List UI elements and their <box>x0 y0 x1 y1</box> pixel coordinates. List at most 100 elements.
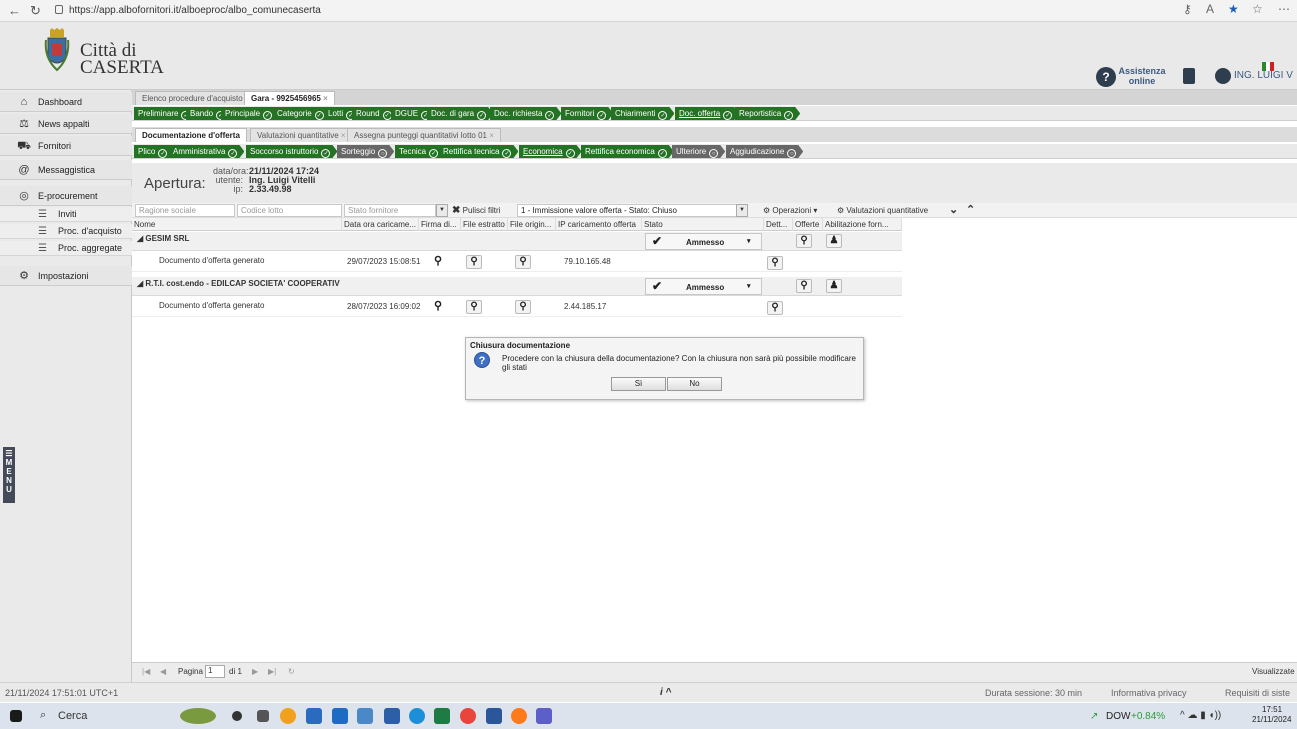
ragione-sociale-filter[interactable]: Ragione sociale <box>135 204 235 217</box>
refresh-icon[interactable]: ↻ <box>30 3 41 19</box>
tab-valutazioni-quantitative[interactable]: Valutazioni quantitative × <box>250 128 353 142</box>
step-sorteggio[interactable]: Sorteggio ○ <box>337 145 394 158</box>
edge-icon[interactable] <box>409 708 425 724</box>
sidebar-item-dashboard[interactable]: ⌂ Dashboard <box>0 92 132 112</box>
step-fornitori[interactable]: Fornitori ✓ <box>561 107 613 120</box>
file-explorer-icon[interactable] <box>384 708 400 724</box>
sidebar-subitem-inviti[interactable]: ☰ Inviti <box>0 207 132 222</box>
magnifier-icon[interactable]: ⚲ <box>434 254 442 267</box>
step-categorie[interactable]: Categorie ✓ <box>273 107 331 120</box>
taskbar-search[interactable]: Cerca <box>58 710 87 722</box>
magnifier-icon[interactable]: ⚲ <box>434 299 442 312</box>
col-dettagli[interactable]: Dett... <box>764 218 793 231</box>
app-icon-1[interactable] <box>280 708 296 724</box>
key-icon[interactable]: ⚷ <box>1183 2 1192 16</box>
sidebar-subitem-proc-acquisto[interactable]: ☰ Proc. d'acquisto <box>0 224 132 239</box>
step-chiarimenti[interactable]: Chiarimenti ✓ <box>611 107 674 120</box>
step-amministrativa[interactable]: Amministrativa ✓ <box>169 145 244 158</box>
tab-gara[interactable]: Gara - 9925456965 × <box>244 91 335 105</box>
no-button[interactable]: No <box>667 377 722 391</box>
first-page-icon[interactable]: |◀ <box>142 667 150 676</box>
step-aggiudicazione[interactable]: Aggiudicazione ○ <box>726 145 803 158</box>
cortana-icon[interactable] <box>232 711 242 721</box>
stato-select[interactable]: ✔ Ammesso ▾ <box>645 233 762 250</box>
word-icon[interactable] <box>486 708 502 724</box>
sidebar-subitem-proc-aggregate[interactable]: ☰ Proc. aggregate <box>0 241 132 256</box>
collapse-all-icon[interactable]: ⌄ <box>949 204 958 217</box>
store-icon[interactable] <box>306 708 322 724</box>
col-firma[interactable]: Firma di... <box>419 218 461 231</box>
search-icon[interactable]: ⌕ <box>40 709 46 722</box>
magnifier-icon[interactable]: ⚲ <box>515 300 531 314</box>
pulisci-filtri-button[interactable]: ✖ Pulisci filtri <box>452 204 500 217</box>
expand-all-icon[interactable]: ⌃ <box>966 204 975 217</box>
chevron-down-icon[interactable]: ▼ <box>436 204 448 217</box>
users-icon[interactable]: ♟ <box>826 279 842 293</box>
col-file-origine[interactable]: File origin... <box>508 218 556 231</box>
step-rettifica-tecnica[interactable]: Rettifica tecnica ✓ <box>439 145 518 158</box>
step-principale[interactable]: Principale ✓ <box>221 107 279 120</box>
read-aloud-icon[interactable]: A <box>1206 2 1214 16</box>
prev-page-icon[interactable]: ◀ <box>160 667 166 676</box>
col-file-estratto[interactable]: File estratto <box>461 218 508 231</box>
valutazioni-quantitative-button[interactable]: ⚙ Valutazioni quantitative <box>837 204 928 217</box>
col-ip[interactable]: IP caricamento offerta <box>556 218 642 231</box>
back-arrow-icon[interactable]: ← <box>8 3 21 18</box>
user-icon[interactable] <box>1215 68 1231 84</box>
operazioni-button[interactable]: ⚙ Operazioni ▾ <box>763 204 817 217</box>
next-page-icon[interactable]: ▶ <box>252 667 258 676</box>
privacy-link[interactable]: Informativa privacy <box>1111 688 1187 698</box>
stato-fornitore-filter[interactable]: Stato fornitore <box>344 204 436 217</box>
close-icon[interactable]: × <box>323 94 328 103</box>
tray-icons[interactable]: ^ ☁ ▮ ◖)) <box>1180 710 1221 721</box>
tab-assegna-punteggi[interactable]: Assegna punteggi quantitativi lotto 01 × <box>347 128 501 142</box>
teams-icon[interactable] <box>536 708 552 724</box>
col-data[interactable]: Data ora caricame... <box>342 218 419 231</box>
magnifier-icon[interactable]: ⚲ <box>466 300 482 314</box>
magnifier-icon[interactable]: ⚲ <box>767 301 783 315</box>
mail-icon[interactable] <box>332 708 348 724</box>
step-doc-richiesta[interactable]: Doc. richiesta ✓ <box>490 107 561 120</box>
step-plico[interactable]: Plico ✓ <box>134 145 174 158</box>
magnifier-icon[interactable]: ⚲ <box>796 279 812 293</box>
codice-lotto-filter[interactable]: Codice lotto <box>237 204 342 217</box>
chrome-icon[interactable] <box>460 708 476 724</box>
sidebar-item-impostazioni[interactable]: ⚙ Impostazioni <box>0 266 132 286</box>
stock-name[interactable]: DOW <box>1106 711 1130 722</box>
step-reportistica[interactable]: Reportistica ✓ <box>735 107 800 120</box>
stato-select[interactable]: ✔ Ammesso ▾ <box>645 278 762 295</box>
sidebar-item-fornitori[interactable]: ⛟ Fornitori <box>0 136 132 156</box>
step-soccorso-istruttorio[interactable]: Soccorso istruttorio ✓ <box>246 145 337 158</box>
fase-select[interactable]: 1 - Immissione valore offerta - Stato: C… <box>517 204 737 217</box>
step-tecnica[interactable]: Tecnica ✓ <box>395 145 445 158</box>
group-row[interactable]: ◢ R.T.I. cost.endo - EDILCAP SOCIETA' CO… <box>132 277 902 296</box>
step-rettifica-economica[interactable]: Rettifica economica ✓ <box>581 145 674 158</box>
close-icon[interactable]: × <box>489 131 494 140</box>
requisiti-link[interactable]: Requisiti di siste <box>1225 688 1290 698</box>
menu-tab[interactable]: ☰ M E N U <box>3 447 15 503</box>
task-view-icon[interactable] <box>257 710 269 722</box>
yes-button[interactable]: Sì <box>611 377 666 391</box>
step-ulteriore[interactable]: Ulteriore ○ <box>672 145 725 158</box>
magnifier-icon[interactable]: ⚲ <box>515 255 531 269</box>
collections-icon[interactable]: ☆ <box>1252 2 1263 16</box>
col-stato[interactable]: Stato <box>642 218 764 231</box>
magnifier-icon[interactable]: ⚲ <box>796 234 812 248</box>
col-offerte[interactable]: Offerte <box>793 218 823 231</box>
more-menu-icon[interactable]: ⋯ <box>1278 2 1290 16</box>
user-name[interactable]: ING. LUIGI V <box>1234 70 1293 81</box>
app-icon-2[interactable] <box>357 708 373 724</box>
step-doc-offerta[interactable]: Doc. offerta ✓ <box>675 107 739 120</box>
calculator-icon[interactable] <box>434 708 450 724</box>
group-row[interactable]: ◢ GESIM SRL ✔ Ammesso ▾ ⚲ ♟ <box>132 232 902 251</box>
col-abilitazione[interactable]: Abilitazione forn... <box>823 218 902 231</box>
address-bar[interactable]: https://app.albofornitori.it/alboeproc/a… <box>55 3 1135 19</box>
tab-elenco-procedure[interactable]: Elenco procedure d'acquisto <box>135 91 250 105</box>
sidebar-item-eprocurement[interactable]: ◎ E-procurement <box>0 186 132 206</box>
clock-date[interactable]: 21/11/2024 <box>1252 715 1291 724</box>
chevron-down-icon[interactable]: ▼ <box>736 204 748 217</box>
magnifier-icon[interactable]: ⚲ <box>466 255 482 269</box>
sidebar-item-news[interactable]: ⚖ News appalti <box>0 114 132 134</box>
sidebar-item-messaggistica[interactable]: @ Messaggistica <box>0 160 132 180</box>
help-icon[interactable]: ? <box>1096 67 1116 87</box>
